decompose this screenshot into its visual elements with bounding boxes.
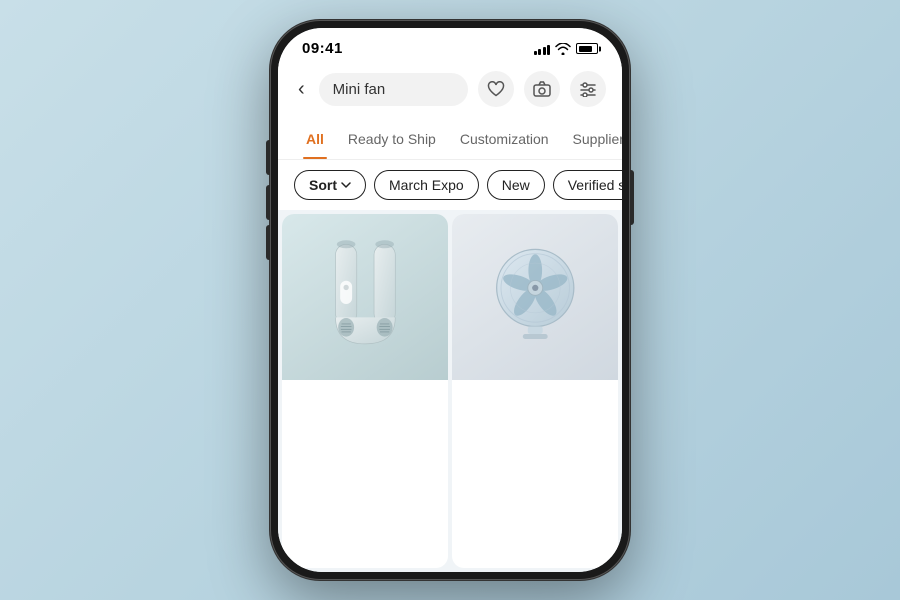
wifi-icon — [555, 43, 571, 55]
sliders-icon — [579, 81, 597, 97]
march-expo-filter-chip[interactable]: March Expo — [374, 170, 479, 200]
heart-icon — [487, 81, 505, 97]
sort-filter-chip[interactable]: Sort — [294, 170, 366, 200]
product-card-desk-fan[interactable] — [452, 214, 618, 568]
tabs-area: All Ready to Ship Customization Supplier… — [278, 119, 622, 160]
search-bar[interactable]: Mini fan — [319, 73, 468, 106]
signal-icon — [534, 43, 551, 55]
filters-area: Sort March Expo New Verified suppliers — [278, 160, 622, 210]
wishlist-button[interactable] — [478, 71, 514, 107]
status-time: 09:41 — [302, 40, 343, 57]
product-image-desk-fan — [452, 214, 618, 380]
desk-fan-illustration — [473, 235, 598, 360]
product-card-neck-fan[interactable] — [282, 214, 448, 568]
battery-icon — [576, 43, 598, 54]
phone-screen: 09:41 ‹ — [278, 28, 622, 572]
status-bar: 09:41 — [278, 28, 622, 63]
tab-ready-to-ship[interactable]: Ready to Ship — [336, 119, 448, 159]
filter-settings-button[interactable] — [570, 71, 606, 107]
search-actions — [478, 71, 606, 107]
camera-icon — [533, 81, 551, 97]
product-image-neck-fan — [282, 214, 448, 380]
products-grid — [278, 210, 622, 572]
search-query: Mini fan — [333, 81, 454, 98]
back-button[interactable]: ‹ — [294, 74, 309, 105]
chevron-down-icon — [341, 182, 351, 189]
tab-all[interactable]: All — [294, 119, 336, 159]
neck-fan-illustration — [299, 231, 432, 364]
camera-search-button[interactable] — [524, 71, 560, 107]
verified-suppliers-filter-chip[interactable]: Verified suppliers — [553, 170, 622, 200]
search-area: ‹ Mini fan — [278, 63, 622, 119]
tab-suppliers[interactable]: Suppliers — [561, 119, 622, 159]
new-filter-chip[interactable]: New — [487, 170, 545, 200]
tab-customization[interactable]: Customization — [448, 119, 561, 159]
phone-wrapper: 09:41 ‹ — [270, 20, 630, 580]
status-icons — [534, 43, 599, 55]
